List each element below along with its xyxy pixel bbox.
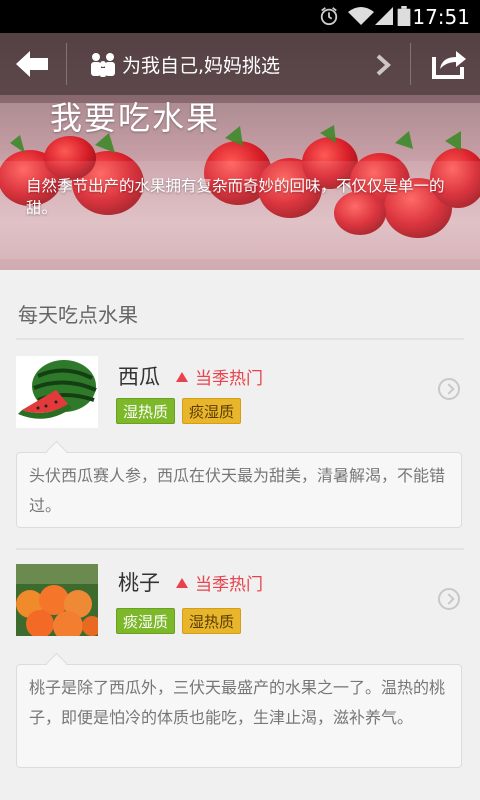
- section-divider: [16, 338, 464, 340]
- status-bar: 17:51: [0, 0, 480, 33]
- hot-badge: 当季热门: [176, 570, 263, 595]
- fruit-name: 桃子: [118, 571, 160, 595]
- signal-icon: [375, 7, 393, 25]
- status-time: 17:51: [412, 5, 470, 29]
- hero-description: 自然季节出产的水果拥有复杂而奇妙的回味，不仅仅是单一的甜。: [26, 177, 445, 217]
- up-triangle-icon: [176, 577, 188, 588]
- up-triangle-icon: [176, 371, 188, 382]
- content-area: 每天吃点水果 西瓜 当季热门 湿热质 痰湿质 头伏西瓜赛人参，西瓜在伏天最为甜美…: [0, 270, 480, 800]
- nav-divider: [66, 43, 67, 85]
- alarm-icon: [320, 7, 338, 26]
- nav-title-label: 为我自己,妈妈挑选: [122, 54, 281, 77]
- constitution-tag: 湿热质: [116, 398, 176, 424]
- constitution-tag: 湿热质: [182, 608, 242, 634]
- watermelon-image: [16, 356, 98, 428]
- chevron-circle-icon[interactable]: [438, 588, 460, 610]
- card-divider: [16, 548, 464, 550]
- peach-image: [16, 564, 98, 636]
- fruit-card-peach[interactable]: 桃子 当季热门 痰湿质 湿热质 桃子是除了西瓜外，三伏天最盛产的水果之一了。温热…: [16, 564, 464, 784]
- chevron-right-icon[interactable]: [372, 53, 394, 77]
- nav-divider: [410, 43, 411, 85]
- battery-icon: [397, 6, 411, 26]
- constitution-tag: 痰湿质: [182, 398, 242, 424]
- hot-label: 当季热门: [195, 369, 263, 389]
- wifi-icon: [348, 7, 374, 25]
- hero-title: 我要吃水果: [50, 99, 221, 137]
- back-arrow-icon[interactable]: [12, 47, 52, 81]
- section-title: 每天吃点水果: [18, 303, 138, 327]
- chevron-circle-icon[interactable]: [438, 378, 460, 400]
- fruit-name: 西瓜: [118, 365, 160, 389]
- nav-title[interactable]: 为我自己,妈妈挑选: [88, 49, 280, 79]
- family-icon: [91, 53, 115, 77]
- hot-badge: 当季热门: [176, 364, 263, 389]
- hero-banner: 为我自己,妈妈挑选 我要吃水果 自然季节出产的水果拥有复杂而奇妙的回味，不仅仅是…: [0, 33, 480, 270]
- fruit-description-text: 头伏西瓜赛人参，西瓜在伏天最为甜美，清暑解渴，不能错过。: [29, 466, 446, 515]
- share-icon[interactable]: [428, 45, 468, 81]
- fruit-description-text: 桃子是除了西瓜外，三伏天最盛产的水果之一了。温热的桃子，即便是怕冷的体质也能吃，…: [29, 678, 446, 727]
- fruit-card-watermelon[interactable]: 西瓜 当季热门 湿热质 痰湿质 头伏西瓜赛人参，西瓜在伏天最为甜美，清暑解渴，不…: [16, 356, 464, 536]
- hot-label: 当季热门: [195, 575, 263, 595]
- fruit-description: 头伏西瓜赛人参，西瓜在伏天最为甜美，清暑解渴，不能错过。: [16, 452, 462, 528]
- constitution-tag: 痰湿质: [116, 608, 176, 634]
- fruit-description: 桃子是除了西瓜外，三伏天最盛产的水果之一了。温热的桃子，即便是怕冷的体质也能吃，…: [16, 664, 462, 768]
